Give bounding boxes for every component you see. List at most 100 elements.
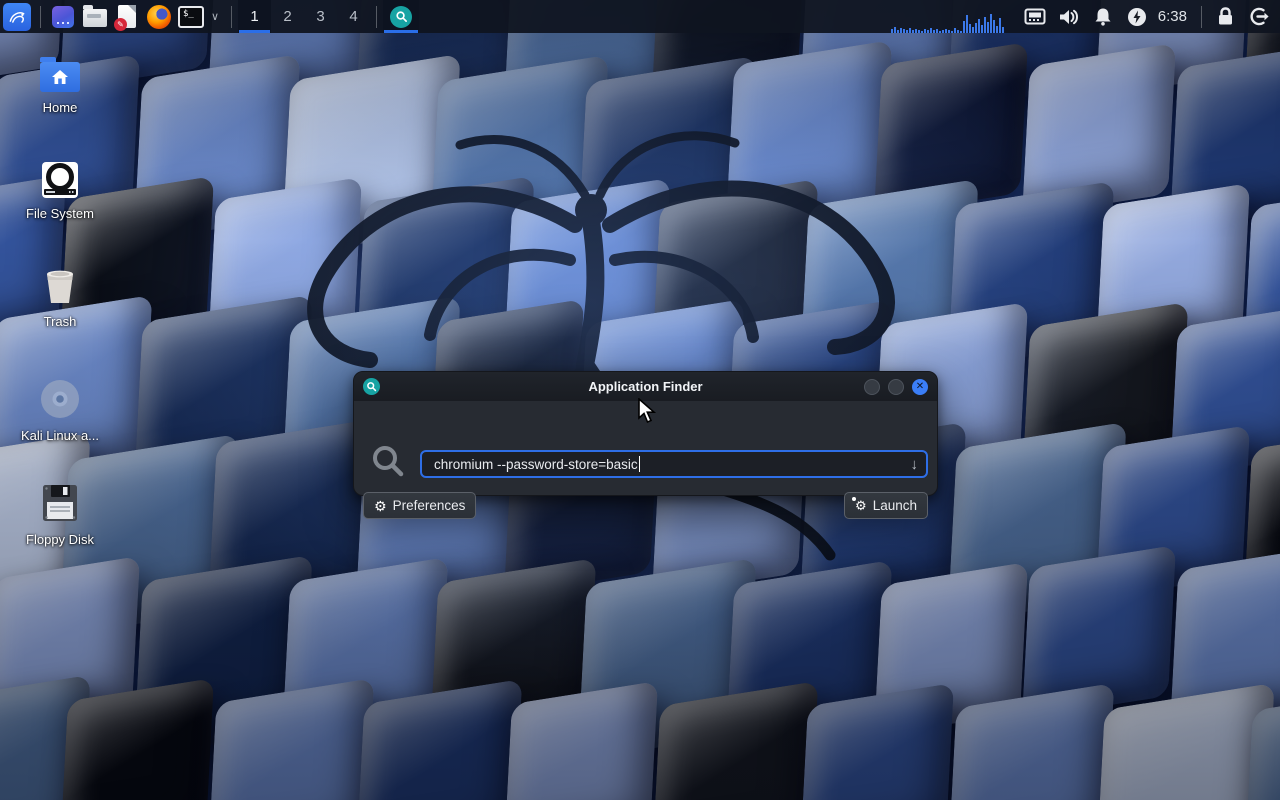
cpu-bar xyxy=(960,31,962,33)
cpu-bar xyxy=(936,29,938,33)
workspace-1[interactable]: 1 xyxy=(238,0,271,33)
launcher-firefox[interactable] xyxy=(143,0,175,33)
preferences-button[interactable]: ⚙ Preferences xyxy=(363,492,476,519)
firefox-icon xyxy=(147,5,171,29)
panel-separator xyxy=(231,6,232,28)
launcher-text-editor[interactable]: ✎ xyxy=(111,0,143,33)
bell-icon xyxy=(1094,7,1112,26)
panel-separator xyxy=(1201,6,1202,28)
cpu-bar xyxy=(909,28,911,33)
cpu-bar xyxy=(930,28,932,33)
desktop-icon-label: Trash xyxy=(44,314,77,329)
cpu-bar xyxy=(906,30,908,33)
cpu-bar xyxy=(939,31,941,33)
desktop-icon-label: Home xyxy=(43,100,78,115)
tray-power[interactable] xyxy=(1120,0,1154,33)
gear-icon: ⚙ xyxy=(374,499,387,513)
cpu-bar xyxy=(975,23,977,33)
workspace-4[interactable]: 4 xyxy=(337,0,370,33)
launch-button[interactable]: ⚙ Launch xyxy=(844,492,928,519)
close-icon: ✕ xyxy=(916,381,924,392)
pencil-badge-icon: ✎ xyxy=(114,18,127,31)
trash-can-icon xyxy=(40,266,80,306)
tray-network[interactable] xyxy=(1018,0,1052,33)
active-workspace-underline xyxy=(239,30,270,33)
workspace-3[interactable]: 3 xyxy=(304,0,337,33)
close-button[interactable]: ✕ xyxy=(912,379,928,395)
cpu-bar xyxy=(933,30,935,33)
cpu-bar xyxy=(912,30,914,33)
desktop-icon-floppy[interactable]: Floppy Disk xyxy=(10,482,110,547)
cpu-graph[interactable] xyxy=(891,0,1004,34)
application-finder-window: Application Finder ✕ chromium --password… xyxy=(353,371,938,496)
terminal-dropdown-chevron[interactable]: ∨ xyxy=(207,10,223,23)
tray-volume[interactable] xyxy=(1052,0,1086,33)
desktop-icon-label: Floppy Disk xyxy=(26,532,94,547)
cpu-bar xyxy=(957,30,959,33)
cpu-bar xyxy=(948,30,950,33)
cpu-bar xyxy=(894,27,896,33)
panel-separator xyxy=(40,6,41,28)
tray-lock[interactable] xyxy=(1208,0,1242,33)
titlebar[interactable]: Application Finder ✕ xyxy=(354,372,937,401)
desktop-icon-kali-cd[interactable]: Kali Linux a... xyxy=(10,378,110,443)
maximize-button[interactable] xyxy=(888,379,904,395)
desktop-icon-file-system[interactable]: File System xyxy=(10,162,110,221)
command-text: chromium --password-store=basic xyxy=(434,457,638,472)
cpu-bar xyxy=(996,26,998,33)
volume-icon xyxy=(1058,8,1080,26)
workspace-1-label: 1 xyxy=(250,8,258,25)
desktop-icon-label: File System xyxy=(26,206,94,221)
cpu-bar xyxy=(942,30,944,33)
desktop-icon-home[interactable]: Home xyxy=(10,56,110,115)
tray-notifications[interactable] xyxy=(1086,0,1120,33)
home-folder-icon xyxy=(40,62,80,92)
ethernet-icon xyxy=(1024,8,1046,25)
kali-menu-button[interactable] xyxy=(0,0,34,33)
cpu-bar xyxy=(921,31,923,33)
cpu-bar xyxy=(918,30,920,33)
folder-icon xyxy=(83,9,107,27)
top-panel: ✎ $_ ∨ 1 2 3 4 xyxy=(0,0,1280,33)
run-gear-icon: ⚙ xyxy=(855,499,867,512)
cpu-bar xyxy=(927,30,929,33)
app-finder-toggle[interactable] xyxy=(383,0,419,33)
desktop-icon-label: Kali Linux a... xyxy=(21,428,99,443)
hard-disk-icon xyxy=(42,162,78,198)
cpu-bar xyxy=(951,31,953,33)
cpu-bar xyxy=(984,17,986,33)
workspace-3-label: 3 xyxy=(316,8,324,25)
cpu-bar xyxy=(999,18,1001,33)
launcher-window[interactable] xyxy=(47,0,79,33)
tray-logout[interactable] xyxy=(1242,0,1276,33)
minimize-button[interactable] xyxy=(864,379,880,395)
workspace-2-label: 2 xyxy=(283,8,291,25)
desktop-icon-trash[interactable]: Trash xyxy=(10,266,110,329)
lock-icon xyxy=(1217,7,1234,26)
workspace-2[interactable]: 2 xyxy=(271,0,304,33)
dropdown-arrow-icon[interactable]: ↓ xyxy=(911,456,919,473)
launcher-file-manager[interactable] xyxy=(79,0,111,33)
cpu-bar xyxy=(903,29,905,33)
command-input[interactable]: chromium --password-store=basic ↓ xyxy=(420,450,928,478)
optical-disc-icon xyxy=(39,378,81,420)
finder-active-underline xyxy=(384,30,418,33)
text-caret xyxy=(639,456,640,472)
cpu-bar xyxy=(972,27,974,33)
cpu-bar xyxy=(900,28,902,33)
logout-icon xyxy=(1250,7,1269,26)
workspace-4-label: 4 xyxy=(349,8,357,25)
preferences-label: Preferences xyxy=(393,498,466,513)
launch-label: Launch xyxy=(873,498,917,513)
cpu-bar xyxy=(924,29,926,33)
kali-logo-icon xyxy=(3,3,31,31)
clock[interactable]: 6:38 xyxy=(1158,8,1187,25)
panel-separator xyxy=(376,6,377,28)
floppy-disk-icon xyxy=(39,482,81,524)
cpu-bar xyxy=(987,22,989,33)
mouse-cursor xyxy=(638,398,660,424)
launcher-terminal[interactable]: $_ xyxy=(175,0,207,33)
cpu-bar xyxy=(990,14,992,33)
search-icon-large xyxy=(369,443,407,481)
cpu-bar xyxy=(945,29,947,33)
